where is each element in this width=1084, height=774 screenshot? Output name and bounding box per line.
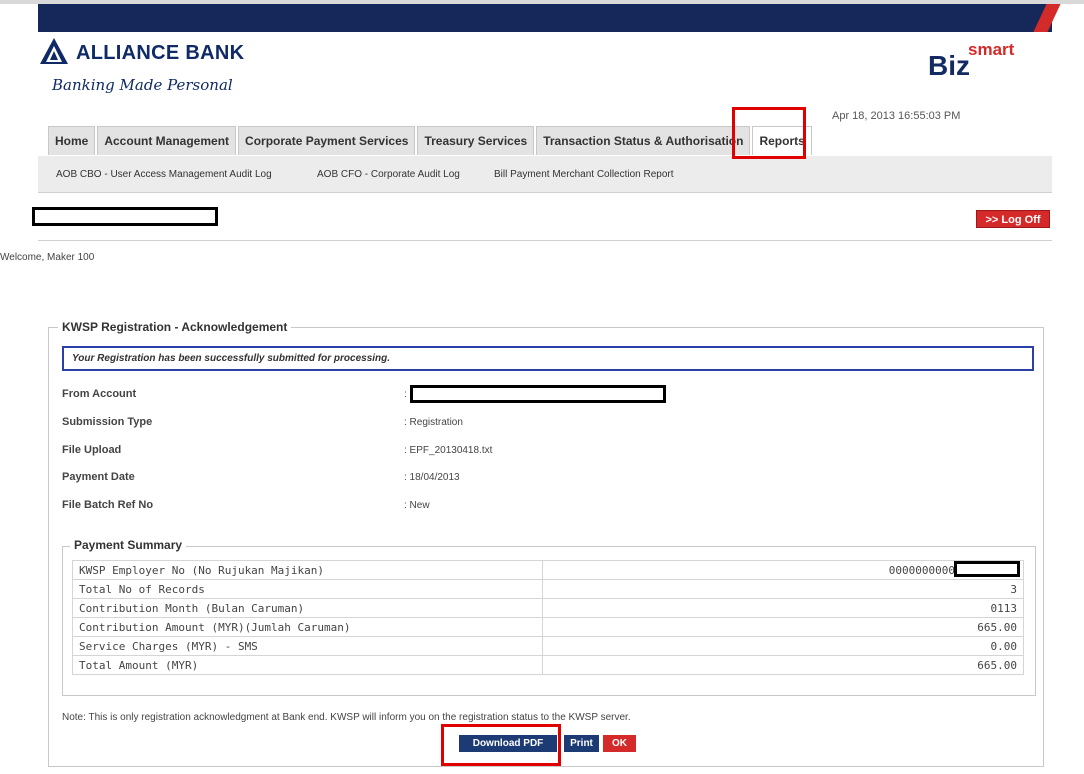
- from-account-value: :: [404, 389, 407, 400]
- submission-type-value: : Registration: [404, 417, 463, 428]
- employer-no-value: 0000000000: [888, 563, 955, 577]
- tab-account-management[interactable]: Account Management: [97, 126, 237, 155]
- summary-label: Service Charges (MYR) - SMS: [72, 636, 543, 656]
- tab-treasury-services[interactable]: Treasury Services: [417, 126, 535, 155]
- redacted-employer-no: [954, 561, 1020, 577]
- file-upload-label: File Upload: [62, 444, 122, 456]
- current-datetime: Apr 18, 2013 16:55:03 PM: [832, 110, 961, 122]
- header-divider: [38, 240, 1052, 241]
- summary-label: Contribution Month (Bulan Caruman): [72, 598, 543, 618]
- payment-date-label: Payment Date: [62, 471, 135, 483]
- file-batch-ref-value: : New: [404, 500, 430, 511]
- summary-value: 0.00: [542, 636, 1024, 656]
- file-upload-value: : EPF_20130418.txt: [404, 445, 493, 456]
- bank-logo-icon: [40, 38, 68, 64]
- payment-summary-table: KWSP Employer No (No Rujukan Majikan) 00…: [72, 560, 1024, 675]
- smart-text: smart: [968, 40, 1015, 59]
- summary-value: 3: [542, 579, 1024, 599]
- submenu-corporate-audit-log[interactable]: AOB CFO - Corporate Audit Log: [317, 169, 460, 180]
- summary-value: 665.00: [542, 617, 1024, 637]
- summary-label: Contribution Amount (MYR)(Jumlah Caruman…: [72, 617, 543, 637]
- success-message: Your Registration has been successfully …: [72, 353, 391, 364]
- submission-type-label: Submission Type: [62, 416, 153, 428]
- table-row: Contribution Month (Bulan Caruman) 0113: [72, 598, 1024, 618]
- summary-value: 0000000000: [542, 560, 1024, 580]
- from-account-label: From Account: [62, 388, 137, 400]
- success-message-box: Your Registration has been successfully …: [62, 346, 1034, 371]
- logoff-button[interactable]: >> Log Off: [976, 210, 1050, 228]
- table-row: Contribution Amount (MYR)(Jumlah Caruman…: [72, 617, 1024, 637]
- print-button[interactable]: Print: [564, 735, 599, 752]
- summary-label: Total Amount (MYR): [72, 655, 543, 675]
- reports-highlight-box: [732, 107, 806, 159]
- summary-value: 665.00: [542, 655, 1024, 675]
- payment-summary-title: Payment Summary: [70, 538, 187, 552]
- download-highlight-box: [441, 724, 561, 766]
- summary-label: KWSP Employer No (No Rujukan Majikan): [72, 560, 543, 580]
- ack-title: KWSP Registration - Acknowledgement: [58, 320, 292, 334]
- table-row: KWSP Employer No (No Rujukan Majikan) 00…: [72, 560, 1024, 580]
- acknowledgment-note: Note: This is only registration acknowle…: [62, 712, 631, 723]
- bank-tagline: Banking Made Personal: [52, 76, 233, 94]
- reports-submenu: AOB CBO - User Access Management Audit L…: [38, 156, 1052, 193]
- tab-corporate-payment-services[interactable]: Corporate Payment Services: [238, 126, 416, 155]
- tab-home[interactable]: Home: [48, 126, 96, 155]
- redacted-account-number: [410, 385, 666, 403]
- bank-name: ALLIANCE BANK: [76, 42, 245, 64]
- main-nav-tabs: Home Account Management Corporate Paymen…: [48, 126, 814, 156]
- ok-button[interactable]: OK: [603, 735, 636, 752]
- submenu-user-access-audit-log[interactable]: AOB CBO - User Access Management Audit L…: [56, 169, 272, 180]
- welcome-text: Welcome, Maker 100: [0, 252, 95, 263]
- bizsmart-logo: Biz smart: [928, 40, 1038, 90]
- table-row: Total Amount (MYR) 665.00: [72, 655, 1024, 675]
- table-row: Service Charges (MYR) - SMS 0.00: [72, 636, 1024, 656]
- top-banner: [38, 4, 1052, 32]
- summary-value: 0113: [542, 598, 1024, 618]
- tab-transaction-status[interactable]: Transaction Status & Authorisation: [536, 126, 751, 155]
- submenu-bill-payment-report[interactable]: Bill Payment Merchant Collection Report: [494, 169, 674, 180]
- biz-text: Biz: [928, 50, 970, 81]
- file-batch-ref-label: File Batch Ref No: [62, 499, 154, 511]
- payment-date-value: : 18/04/2013: [404, 472, 460, 483]
- alliance-bank-logo[interactable]: ALLIANCE BANK Banking Made Personal: [40, 38, 260, 108]
- summary-label: Total No of Records: [72, 579, 543, 599]
- redacted-user-info: [32, 207, 218, 226]
- table-row: Total No of Records 3: [72, 579, 1024, 599]
